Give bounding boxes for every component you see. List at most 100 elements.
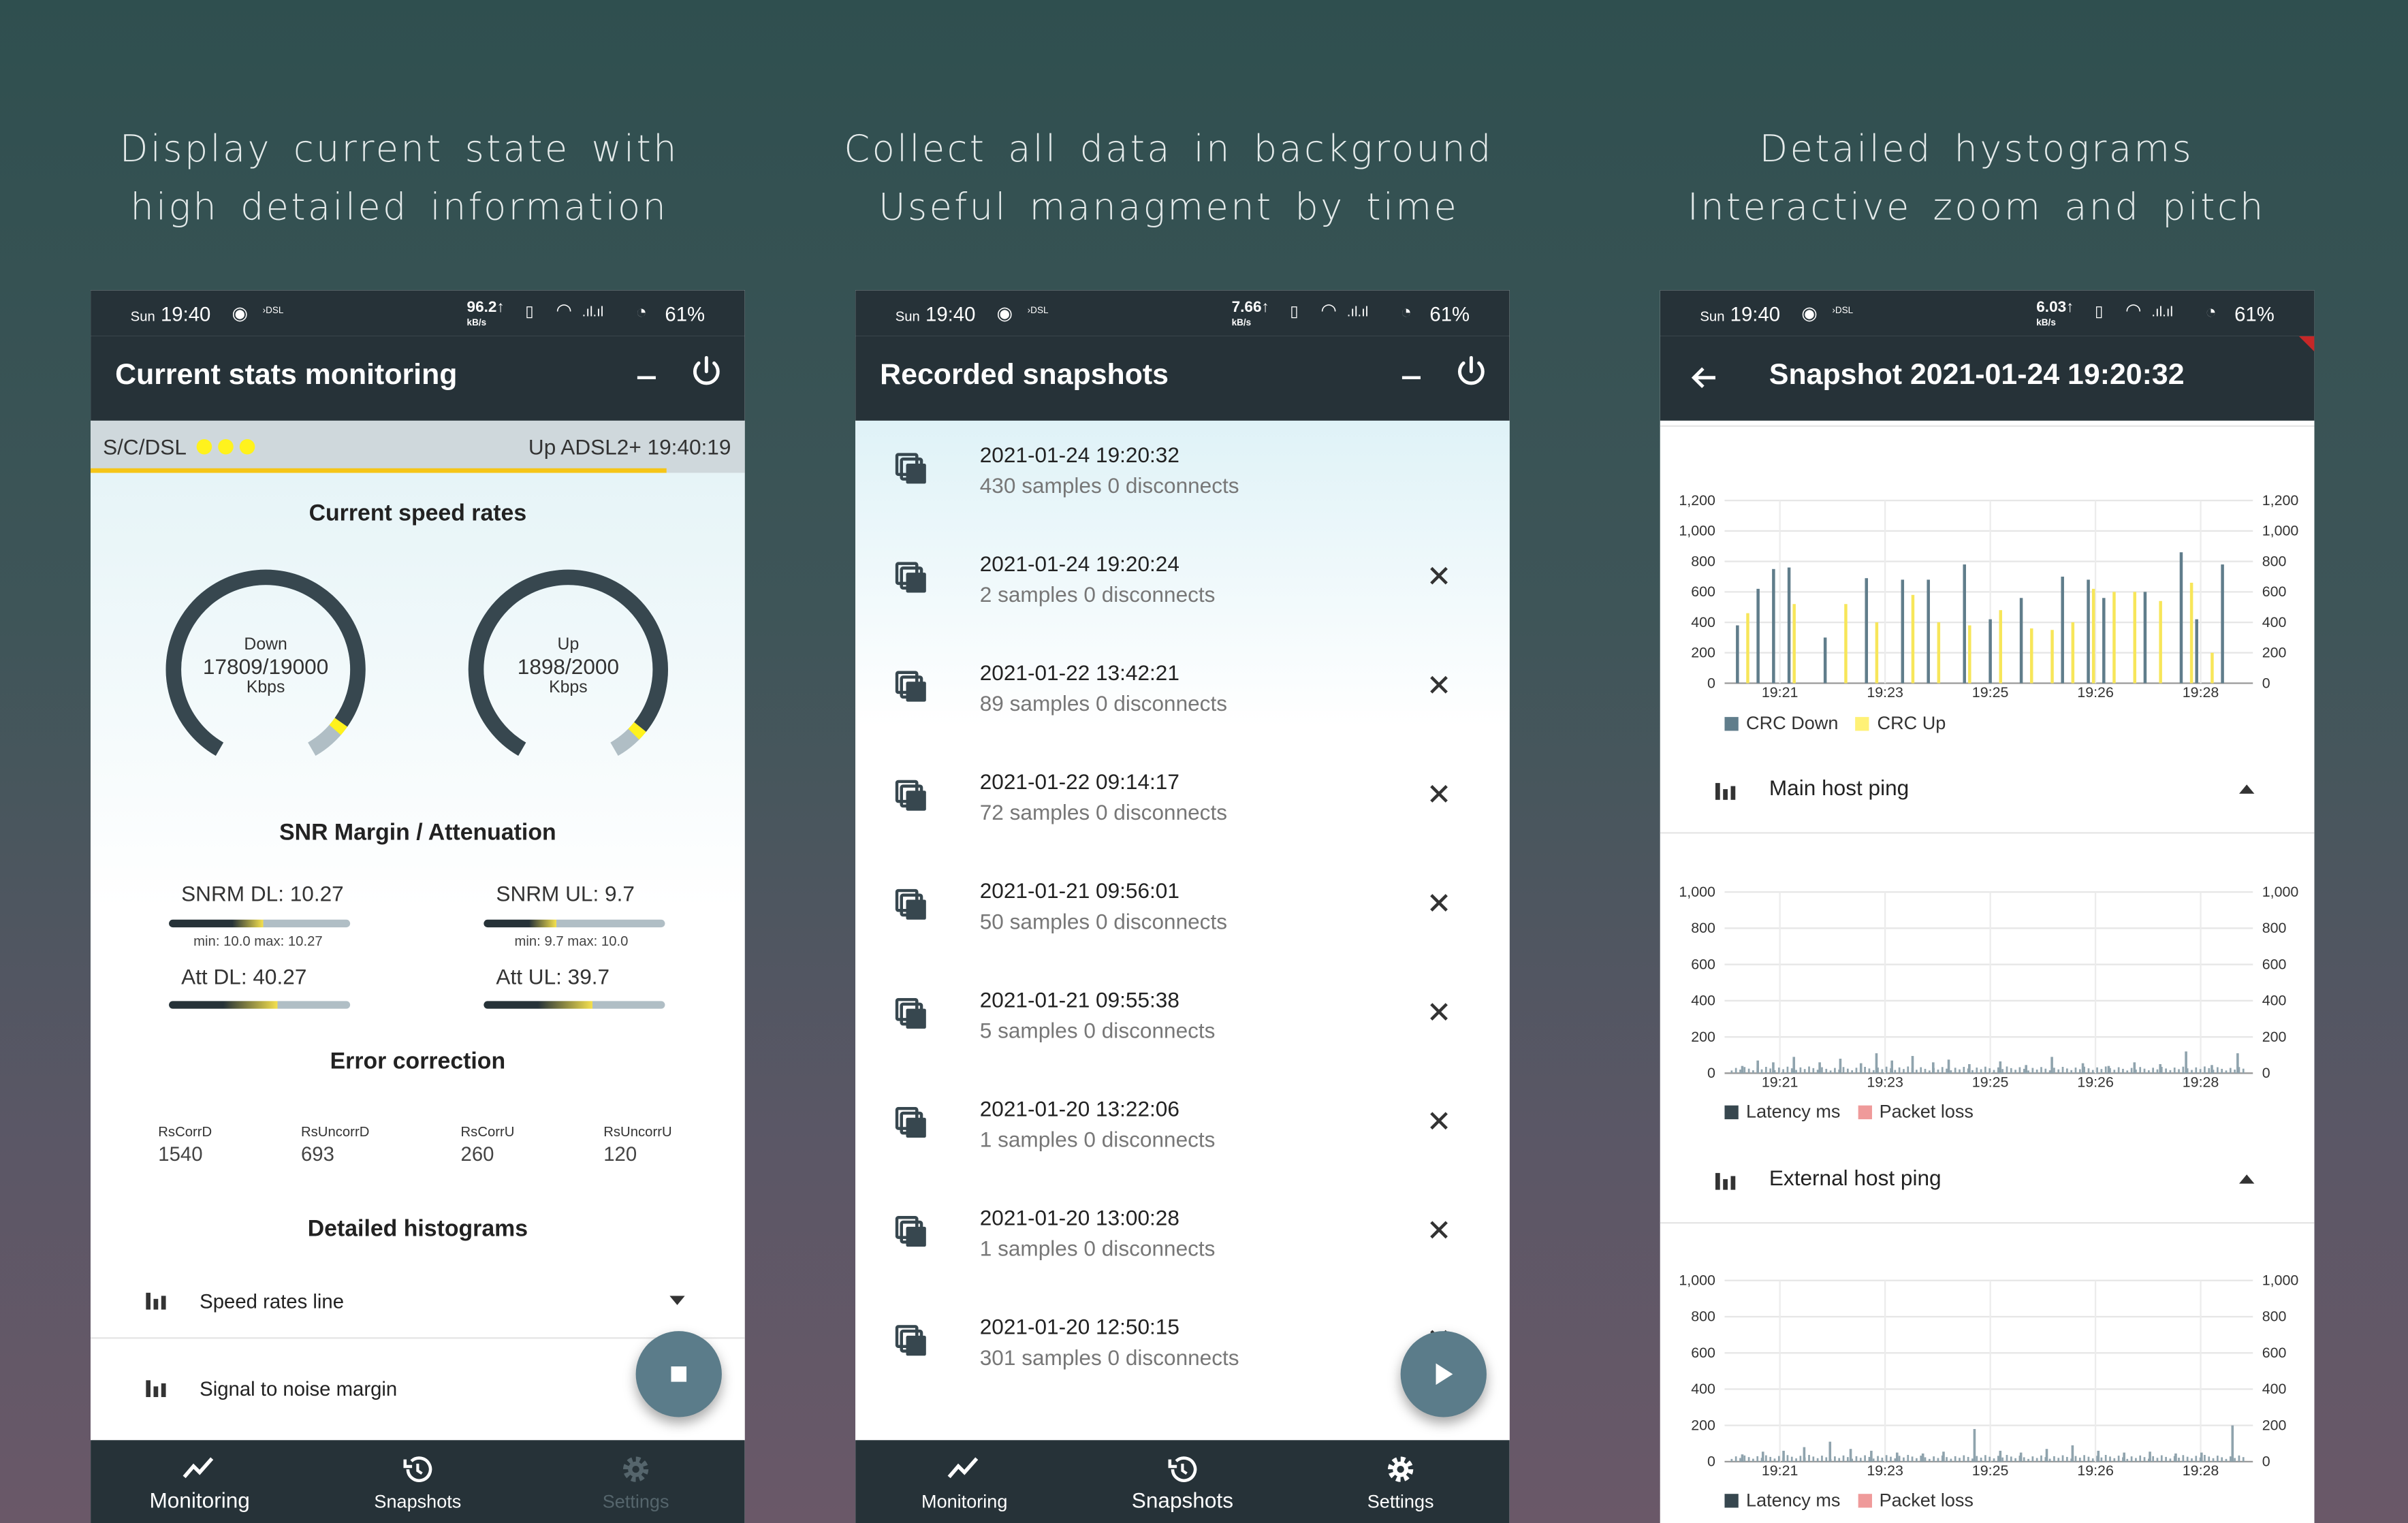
minimize-button[interactable] — [637, 376, 656, 380]
delete-icon[interactable] — [1429, 893, 1448, 912]
y-tick-label: 1,000 — [1679, 523, 1715, 539]
clock: Sun 19:40 — [896, 302, 976, 325]
hist-item-speed-rates[interactable]: Speed rates line — [91, 1268, 745, 1336]
bar — [1967, 1456, 1969, 1462]
bar — [2087, 579, 2090, 684]
bar — [2091, 588, 2095, 684]
bar — [2027, 1070, 2029, 1074]
dsl-icon: ›DSL — [1832, 307, 1854, 317]
y-tick-label: 0 — [2262, 1065, 2270, 1081]
bar — [2182, 1455, 2185, 1462]
bar — [1752, 1458, 1754, 1462]
bar — [2182, 1066, 2185, 1074]
section-title: Detailed histograms — [307, 1216, 528, 1243]
snapshot-date: 2021-01-21 09:56:01 — [979, 878, 1179, 903]
att-ul: Att UL: 39.7 — [496, 964, 610, 989]
crc-legend: CRC Down CRC Up — [1724, 712, 1946, 734]
delete-icon[interactable] — [1429, 1112, 1448, 1130]
delete-icon[interactable] — [1429, 784, 1448, 803]
chevron-up-icon[interactable] — [2238, 784, 2255, 794]
status-dot — [196, 438, 212, 455]
snapshot-date: 2021-01-20 13:22:06 — [979, 1096, 1179, 1121]
nav-monitoring[interactable]: Monitoring — [855, 1440, 1073, 1523]
delete-icon[interactable] — [1429, 1003, 1448, 1021]
bar — [2081, 1063, 2085, 1074]
bar — [1932, 1062, 1935, 1074]
trending-icon — [947, 1457, 979, 1479]
copy-icon — [895, 780, 926, 811]
divider — [1660, 425, 2315, 427]
section-main-host-ping[interactable]: Main host ping — [1660, 751, 2315, 828]
nav-monitoring[interactable]: Monitoring — [91, 1440, 308, 1523]
delete-icon[interactable] — [1429, 675, 1448, 694]
y-tick-label: 1,000 — [2262, 1272, 2299, 1289]
back-arrow-icon[interactable] — [1690, 366, 1717, 390]
nav-settings[interactable]: Settings — [1292, 1440, 1510, 1523]
bar — [1907, 1066, 1910, 1074]
play-button[interactable] — [1400, 1331, 1487, 1417]
bar — [1971, 1070, 1974, 1074]
bar — [1898, 1067, 1901, 1074]
crc-chart: 0 0 200 200 400 400 600 600 800 800 1,000 1,000 1,20… — [1679, 492, 2298, 701]
bar — [2229, 1456, 2232, 1462]
snapshot-list-item[interactable]: 2021-01-20 13:00:28 1 samples 0 disconnec… — [855, 1184, 1510, 1293]
bar — [2159, 600, 2162, 684]
bar — [1765, 1067, 1767, 1074]
time-label: 19:40 — [160, 302, 211, 326]
bar — [1855, 1456, 1858, 1462]
bar — [1950, 1458, 1952, 1462]
battery-saver-icon: ◔ — [1400, 300, 1412, 323]
bar — [1954, 1456, 1956, 1462]
app-bar: Snapshot 2021-01-24 19:20:32 — [1660, 336, 2315, 421]
bar — [1999, 1450, 2002, 1462]
snapshot-list-item[interactable]: 2021-01-24 19:20:32 430 samples 0 disconn… — [855, 421, 1510, 530]
snapshot-list-item[interactable]: 2021-01-22 13:42:21 89 samples 0 disconne… — [855, 639, 1510, 748]
divider — [91, 1337, 745, 1339]
snapshot-list-item[interactable]: 2021-01-20 13:22:06 1 samples 0 disconnec… — [855, 1075, 1510, 1184]
bar — [2221, 1457, 2223, 1462]
snapshot-list-item[interactable]: 2021-01-21 09:56:01 50 samples 0 disconne… — [855, 856, 1510, 965]
hist-item-label: Signal to noise margin — [200, 1377, 398, 1400]
delete-icon[interactable] — [1429, 566, 1448, 585]
y-tick-label: 1,200 — [1679, 492, 1715, 509]
snapshot-list-item[interactable]: 2021-01-22 09:14:17 72 samples 0 disconne… — [855, 748, 1510, 856]
bar — [2229, 1068, 2232, 1074]
x-tick-label: 19:26 — [2077, 684, 2114, 701]
nav-settings[interactable]: Settings — [526, 1440, 744, 1523]
clock: Sun 19:40 — [131, 302, 211, 325]
nav-label: Settings — [602, 1490, 669, 1513]
nav-snapshots[interactable]: Snapshots — [308, 1440, 526, 1523]
bar — [1739, 1069, 1741, 1074]
bar — [1946, 1457, 1948, 1462]
stop-button[interactable] — [635, 1331, 722, 1417]
chevron-down-icon[interactable] — [669, 1296, 685, 1305]
bar — [2185, 1051, 2187, 1074]
snapshot-list-item[interactable]: 2021-01-24 19:20:24 2 samples 0 disconnec… — [855, 530, 1510, 639]
bar — [2143, 592, 2147, 684]
bar — [1816, 1070, 1819, 1074]
bar — [1803, 1069, 1806, 1074]
snapshot-list-item[interactable]: 2021-01-21 09:55:38 5 samples 0 disconnec… — [855, 965, 1510, 1074]
bar — [1772, 1062, 1775, 1074]
up-unit: Kbps — [549, 678, 588, 697]
delete-icon[interactable] — [1429, 1221, 1448, 1239]
bar — [1937, 1458, 1939, 1462]
snapshot-info: 1 samples 0 disconnects — [979, 1236, 1216, 1261]
bar — [1864, 1067, 1866, 1074]
y-tick-label: 800 — [2262, 1309, 2287, 1325]
bar — [1821, 1456, 1823, 1462]
section-external-host-ping[interactable]: External host ping — [1660, 1141, 2315, 1218]
bar — [2165, 1456, 2167, 1462]
power-button[interactable] — [1453, 353, 1489, 390]
legend-label: Latency ms — [1746, 1489, 1841, 1511]
minimize-button[interactable] — [1401, 376, 1421, 380]
chevron-up-icon[interactable] — [2238, 1174, 2255, 1184]
bar — [2208, 1456, 2211, 1462]
copy-icon — [895, 1325, 926, 1356]
nav-snapshots[interactable]: Snapshots — [1073, 1440, 1291, 1523]
bar — [2010, 1068, 2012, 1074]
copy-icon — [895, 671, 926, 702]
power-button[interactable] — [688, 353, 725, 390]
snrm-dl: SNRM DL: 10.27 — [181, 881, 344, 906]
error-value: 1540 — [158, 1142, 203, 1166]
